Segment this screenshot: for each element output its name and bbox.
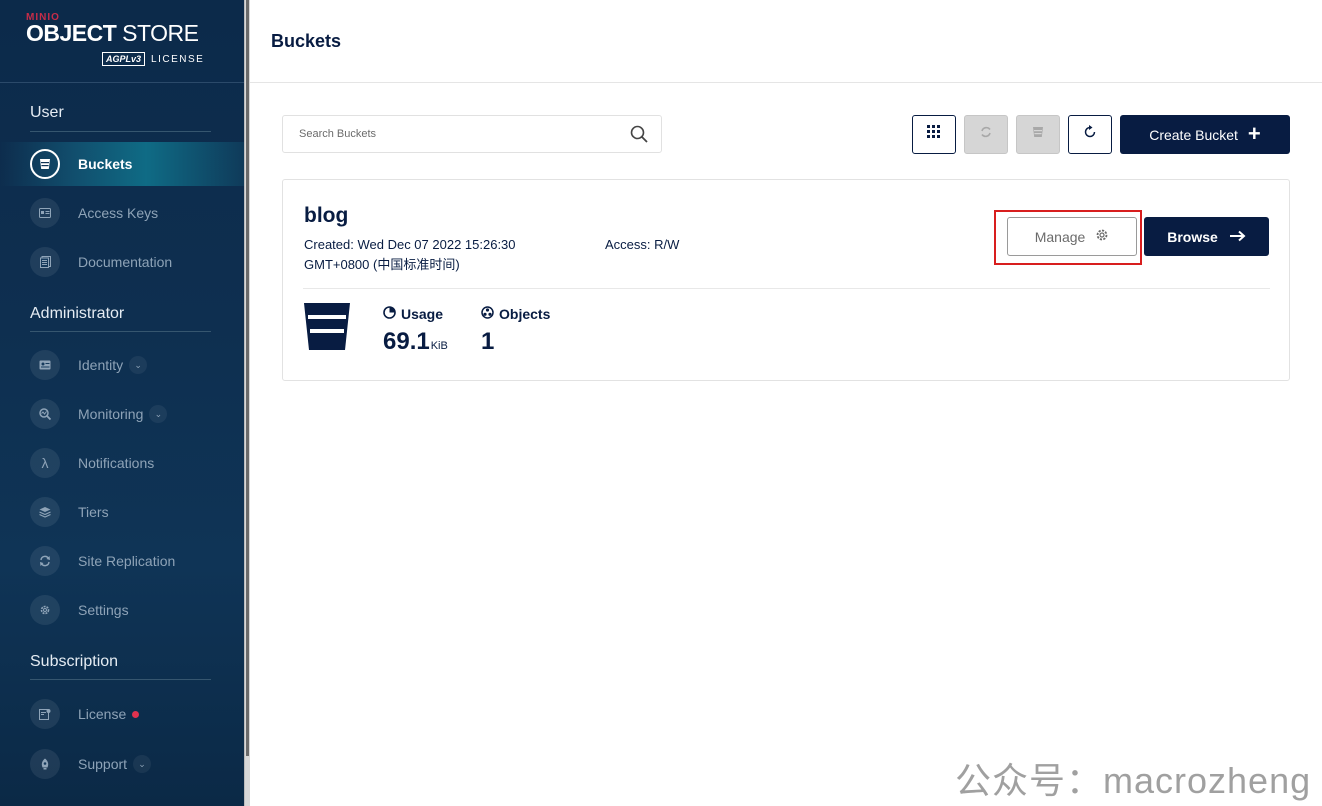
sidebar-item-site-replication[interactable]: Site Replication [0, 539, 244, 583]
bucket-name[interactable]: blog [304, 204, 348, 228]
monitoring-icon [30, 399, 60, 429]
sidebar-item-settings[interactable]: Settings [0, 588, 244, 632]
objects-label-row: Objects [481, 306, 550, 322]
logo-brand-bold: OBJECT [26, 20, 117, 46]
sidebar-item-documentation[interactable]: Documentation [0, 240, 244, 284]
search-box[interactable]: Search Buckets [282, 115, 662, 153]
sidebar-item-label: Notifications [78, 455, 155, 471]
search-icon[interactable] [629, 124, 649, 144]
objects-icon [481, 306, 494, 322]
layers-icon [30, 497, 60, 527]
scrollbar-thumb[interactable] [246, 0, 249, 756]
bucket-access: Access: R/W [605, 237, 680, 252]
sidebar-item-label: Identity [78, 357, 124, 373]
bucket-card: blog Created: Wed Dec 07 2022 15:26:30 G… [282, 179, 1290, 381]
bucket-created: Created: Wed Dec 07 2022 15:26:30 GMT+08… [304, 237, 516, 272]
manage-button[interactable]: Manage [1007, 217, 1137, 256]
sidebar-item-label: Access Keys [78, 205, 159, 221]
sidebar-item-label: License [78, 706, 127, 722]
manage-label: Manage [1034, 228, 1086, 245]
card-divider [303, 288, 1270, 289]
sidebar-item-identity[interactable]: Identity ⌄ [0, 343, 244, 387]
objects-label: Objects [499, 306, 551, 322]
minio-logo[interactable]: MINIO OBJECT STORE AGPLv3 LICENSE [26, 12, 216, 72]
section-title-subscription: Subscription [30, 653, 119, 670]
sidebar-item-license[interactable]: License [0, 692, 244, 736]
sidebar-item-label: Buckets [78, 156, 133, 172]
sidebar-item-notifications[interactable]: λ Notifications [0, 441, 244, 485]
app: MINIO OBJECT STORE AGPLv3 LICENSE User B… [0, 0, 1322, 806]
logo-divider [0, 82, 244, 83]
section-divider [30, 131, 211, 132]
logo-brand-thin: STORE [116, 20, 199, 46]
refresh-icon [1083, 125, 1097, 144]
gear-icon [1095, 228, 1109, 245]
chevron-down-icon[interactable]: ⌄ [129, 356, 148, 374]
sidebar-item-support[interactable]: Support ⌄ [0, 742, 244, 786]
license-alert-dot [132, 710, 140, 718]
objects-stat: Objects 1 [481, 306, 550, 356]
page-title: Buckets [271, 31, 342, 51]
document-icon [30, 247, 60, 277]
section-title-administrator: Administrator [30, 305, 125, 322]
browse-label: Browse [1167, 228, 1218, 245]
sidebar-scrollbar[interactable] [244, 0, 250, 806]
logo-license-text: LICENSE [151, 53, 205, 65]
chevron-down-icon[interactable]: ⌄ [149, 405, 168, 423]
pie-chart-icon [383, 306, 396, 322]
refresh-button[interactable] [1068, 115, 1112, 154]
bucket-icon [303, 302, 351, 352]
sidebar-item-label: Support [78, 756, 128, 772]
replication-icon [30, 546, 60, 576]
create-bucket-button[interactable]: Create Bucket + [1120, 115, 1290, 154]
select-multiple-button[interactable] [912, 115, 956, 154]
usage-label-row: Usage [383, 306, 448, 322]
license-icon [30, 699, 60, 729]
identity-icon [30, 350, 60, 380]
search-input[interactable]: Search Buckets [299, 128, 629, 140]
sidebar-item-label: Documentation [78, 254, 173, 270]
arrow-right-icon [1229, 229, 1246, 245]
usage-value-row: 69.1KiB [383, 328, 448, 356]
bucket-icon [30, 149, 60, 179]
sidebar-item-label: Monitoring [78, 406, 144, 422]
sidebar-item-label: Tiers [78, 504, 109, 520]
support-icon [30, 749, 60, 779]
bucket-stack-icon [1031, 125, 1045, 144]
section-title-user: User [30, 104, 64, 121]
sidebar-item-label: Site Replication [78, 553, 176, 569]
sidebar-item-monitoring[interactable]: Monitoring ⌄ [0, 392, 244, 436]
set-lifecycle-button[interactable] [1016, 115, 1060, 154]
id-card-icon [30, 198, 60, 228]
watermark: 公众号：macrozheng [955, 760, 1312, 801]
lambda-icon: λ [30, 448, 60, 478]
header-divider [250, 82, 1322, 83]
sidebar-item-tiers[interactable]: Tiers [0, 490, 244, 534]
chevron-down-icon[interactable]: ⌄ [133, 755, 152, 773]
section-divider [30, 679, 211, 680]
grid-icon [927, 125, 941, 144]
usage-unit: KiB [430, 340, 448, 352]
sidebar: MINIO OBJECT STORE AGPLv3 LICENSE User B… [0, 0, 244, 806]
sidebar-item-access-keys[interactable]: Access Keys [0, 191, 244, 235]
objects-value: 1 [481, 328, 495, 355]
gear-icon [30, 595, 60, 625]
sidebar-item-buckets[interactable]: Buckets [0, 142, 244, 186]
usage-stat: Usage 69.1KiB [383, 306, 448, 356]
logo-agpl: AGPLv3 [102, 52, 146, 66]
usage-label: Usage [401, 306, 444, 322]
set-replication-button[interactable] [964, 115, 1008, 154]
create-bucket-label: Create Bucket [1149, 126, 1238, 143]
browse-button[interactable]: Browse [1144, 217, 1269, 256]
section-divider [30, 331, 211, 332]
plus-icon: + [1247, 120, 1261, 146]
logo-license: AGPLv3 LICENSE [102, 52, 204, 66]
replication-icon [979, 125, 993, 144]
sidebar-item-label: Settings [78, 602, 129, 618]
logo-brand: OBJECT STORE [26, 21, 216, 45]
usage-value: 69.1 [383, 328, 430, 355]
